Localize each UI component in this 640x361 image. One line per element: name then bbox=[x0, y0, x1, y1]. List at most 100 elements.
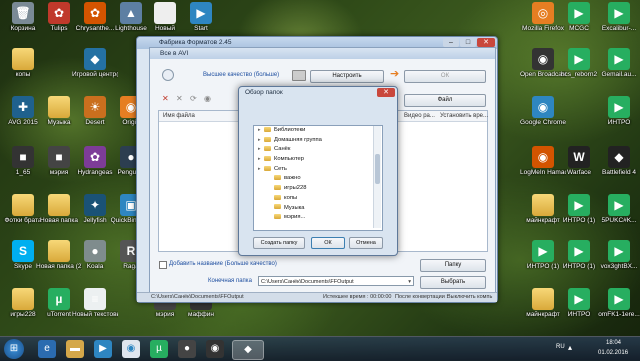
right-icon-13[interactable]: ▶ 5PUKC#K... bbox=[596, 194, 640, 224]
settings-button[interactable]: Настроить bbox=[310, 70, 384, 83]
chevron-down-icon[interactable]: ▾ bbox=[408, 277, 411, 287]
right-icon-2[interactable]: ▶ Excalibur-... bbox=[596, 2, 640, 32]
desktop-shortcut-icon: ✚ bbox=[12, 96, 34, 118]
right-icon-5[interactable]: ▶ Gemail.au... bbox=[596, 48, 640, 78]
file-button[interactable]: Файл bbox=[404, 94, 486, 107]
left-icon-7[interactable]: ◆Игровой центр@Ma... bbox=[72, 48, 118, 78]
left-icon-26[interactable]: ≡Новый текстовый... bbox=[72, 288, 118, 318]
left-icon-6[interactable]: копы bbox=[0, 48, 46, 78]
clear-icon[interactable]: ✕ bbox=[176, 94, 183, 103]
folder-tree[interactable]: ▸ Библиотеки ▸ Домашняя группа ▸ Санёк ▸ Компью… bbox=[253, 125, 383, 231]
tray-chevron-icon[interactable]: ▴ bbox=[568, 343, 572, 352]
convert-dialog-title: Все в AVI bbox=[150, 48, 495, 59]
camera-icon[interactable] bbox=[292, 70, 306, 81]
explorer-icon[interactable]: ▬ bbox=[66, 340, 84, 358]
desktop-icon-label: Новый текстовый... bbox=[72, 311, 118, 318]
dest-folder-field[interactable]: C:\Users\Санёк\Documents\FFOutput ▾ bbox=[258, 276, 414, 286]
column-time[interactable]: Установить вре... bbox=[440, 113, 488, 119]
browse-folders-dialog[interactable]: Обзор папок ✕ ▸ Библиотеки ▸ Домашняя групп… bbox=[238, 86, 398, 256]
folder-icon bbox=[264, 165, 271, 171]
right-icon-7[interactable]: ▶ ИНТРО bbox=[596, 96, 640, 126]
ok-button[interactable]: ОК bbox=[404, 70, 486, 83]
column-video[interactable]: Видео ра... bbox=[404, 113, 435, 119]
folder-icon bbox=[264, 156, 271, 162]
add-name-label: Добавить название (Больше качество) bbox=[169, 261, 277, 267]
delete-icon[interactable]: ✕ bbox=[162, 94, 169, 103]
desktop-icon-label: Google Chrome bbox=[520, 119, 566, 126]
folder-icon bbox=[274, 214, 281, 220]
tree-item[interactable]: ▸ Санёк bbox=[254, 145, 382, 155]
desktop-shortcut-icon bbox=[48, 194, 70, 216]
dest-folder-label: Конечная папка bbox=[208, 278, 252, 284]
folder-icon bbox=[274, 204, 281, 210]
language-indicator[interactable]: RU bbox=[556, 344, 565, 350]
play-icon[interactable]: ◉ bbox=[204, 94, 211, 103]
app-icon[interactable]: ● bbox=[178, 340, 196, 358]
tree-item[interactable]: игры228 bbox=[254, 184, 382, 194]
desktop-shortcut-icon bbox=[532, 194, 554, 216]
close-icon[interactable]: ✕ bbox=[477, 38, 495, 47]
desktop-shortcut-icon: ◉ bbox=[532, 146, 554, 168]
obs-icon[interactable]: ◉ bbox=[206, 340, 224, 358]
desktop-shortcut-icon: ▶ bbox=[608, 96, 630, 118]
dialog-cancel-button[interactable]: Отмена bbox=[349, 237, 383, 249]
desktop-icon-label: omFK1-1ere... bbox=[598, 311, 640, 318]
desktop-shortcut-icon: ▶ bbox=[608, 2, 630, 24]
desktop-shortcut-icon: ▶ bbox=[608, 194, 630, 216]
media-icon[interactable]: ▶ bbox=[94, 340, 112, 358]
status-after: После конвертации : bbox=[395, 294, 448, 300]
tree-item[interactable]: ▸ Домашняя группа bbox=[254, 136, 382, 146]
tree-item[interactable]: копы bbox=[254, 194, 382, 204]
desktop-icon-label: Start bbox=[194, 25, 208, 32]
scrollbar-thumb[interactable] bbox=[375, 154, 380, 184]
tree-item-label: Санёк bbox=[274, 146, 291, 153]
add-name-checkbox[interactable] bbox=[159, 261, 167, 269]
avi-icon bbox=[162, 69, 174, 81]
desktop-shortcut-icon: S bbox=[12, 240, 34, 262]
ie-icon[interactable]: e bbox=[38, 340, 56, 358]
maximize-icon[interactable]: □ bbox=[460, 38, 476, 47]
tree-item[interactable]: мэрия... bbox=[254, 213, 382, 223]
choose-button[interactable]: Выбрать bbox=[420, 276, 486, 289]
right-icon-19[interactable]: ▶ omFK1-1ere... bbox=[596, 288, 640, 318]
dialog-ok-button[interactable]: ОК bbox=[311, 237, 345, 249]
clock-time[interactable]: 18:04 bbox=[606, 340, 621, 346]
desktop-icon-label: Excalibur-... bbox=[601, 25, 637, 32]
tree-item[interactable]: ▸ Компьютер bbox=[254, 155, 382, 165]
create-folder-button[interactable]: Создать папку bbox=[253, 237, 305, 249]
minimize-icon[interactable]: – bbox=[443, 38, 459, 47]
folder-icon bbox=[274, 175, 281, 181]
start-button[interactable]: ⊞ bbox=[4, 339, 24, 359]
refresh-icon[interactable]: ⟳ bbox=[190, 94, 197, 103]
tree-item[interactable]: важно bbox=[254, 174, 382, 184]
format-factory-task[interactable]: ◆ bbox=[232, 340, 264, 360]
desktop-shortcut-icon: ■ bbox=[48, 146, 70, 168]
left-icon-5[interactable]: ▶ Start bbox=[178, 2, 224, 32]
right-icon-6[interactable]: ◉ Google Chrome bbox=[520, 96, 566, 126]
right-icon-10[interactable]: ◆ Battlefield 4 bbox=[596, 146, 640, 176]
chrome-icon[interactable]: ◉ bbox=[122, 340, 140, 358]
tree-item-label: Библиотеки bbox=[274, 127, 306, 133]
desktop-icon-label: vox3ghtBX... bbox=[600, 263, 638, 270]
folder-icon bbox=[274, 194, 281, 200]
desktop-shortcut-icon: ◉ bbox=[532, 96, 554, 118]
utorrent-icon[interactable]: µ bbox=[150, 340, 168, 358]
dialog-titlebar[interactable]: Обзор папок ✕ bbox=[239, 87, 397, 99]
clock-date[interactable]: 01.02.2016 bbox=[598, 350, 628, 356]
desktop-icon-label: маффин bbox=[188, 311, 214, 318]
dialog-close-icon[interactable]: ✕ bbox=[377, 88, 395, 97]
right-icon-16[interactable]: ▶ vox3ghtBX... bbox=[596, 240, 640, 270]
column-filename[interactable]: Имя файла bbox=[163, 113, 195, 119]
tree-item-label: мэрия... bbox=[284, 214, 306, 221]
tree-item[interactable]: ▸ Библиотеки bbox=[254, 126, 382, 136]
dest-folder-path: C:\Users\Санёк\Documents\FFOutput bbox=[261, 279, 354, 285]
window-title: Фабрика Форматов 2.45 bbox=[159, 39, 232, 46]
desktop-shortcut-icon bbox=[48, 240, 70, 262]
tree-scrollbar[interactable] bbox=[373, 126, 381, 228]
tree-item-label: важно bbox=[284, 175, 301, 182]
folder-icon bbox=[264, 126, 271, 132]
desktop-icon-label: Battlefield 4 bbox=[602, 169, 636, 176]
tree-item[interactable]: Музыка bbox=[254, 204, 382, 214]
tree-item[interactable]: ▸ Сеть bbox=[254, 165, 382, 175]
folder-button[interactable]: Папку bbox=[420, 259, 486, 272]
